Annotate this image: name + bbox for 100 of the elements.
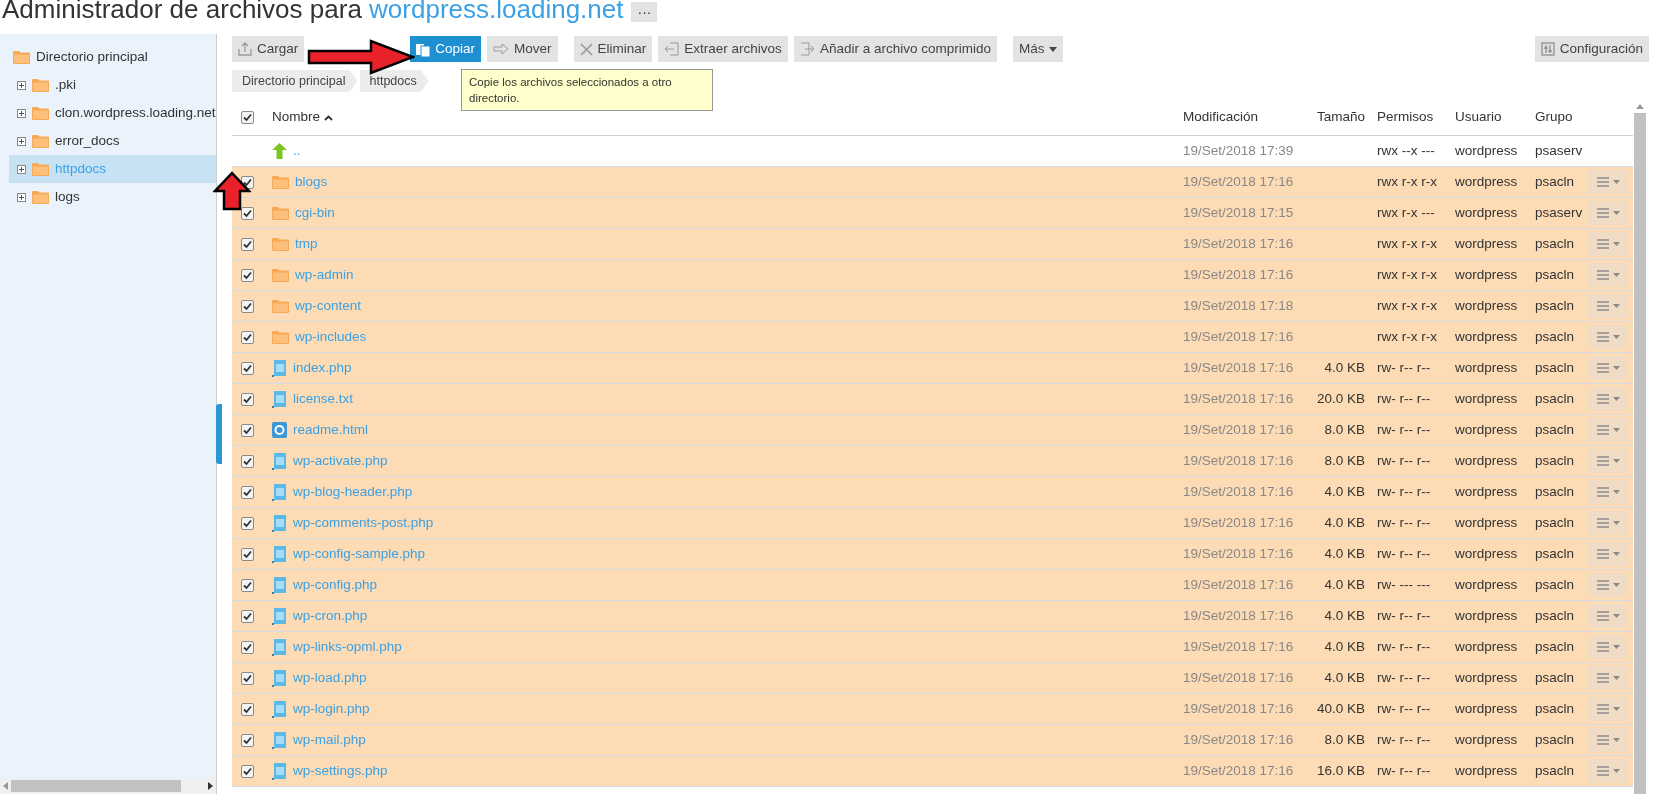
toolbar-button[interactable]: Añadir a archivo comprimido xyxy=(793,36,997,62)
file-row[interactable]: wp-cron.php 19/Set/2018 17:16 4.0 KB rw- r-- r-- wordpress psacln xyxy=(232,601,1633,632)
tree-item[interactable]: Directorio principal xyxy=(9,43,216,71)
file-row[interactable]: wp-login.php 19/Set/2018 17:16 40.0 KB rw- r-- r-- wordpress psacln xyxy=(232,694,1633,725)
checkbox[interactable] xyxy=(241,206,254,220)
checkbox[interactable] xyxy=(241,299,254,313)
checkbox[interactable] xyxy=(241,423,254,437)
checkbox[interactable] xyxy=(241,361,254,375)
column-header[interactable]: Modificación xyxy=(1183,107,1308,128)
file-row[interactable]: wp-blog-header.php 19/Set/2018 17:16 4.0 KB rw- r-- r-- wordpress psacln xyxy=(232,477,1633,508)
table-cell-text: wordpress xyxy=(1454,141,1519,160)
file-row[interactable]: wp-comments-post.php 19/Set/2018 17:16 4.0 KB rw- r-- r-- wordpress psacln xyxy=(232,508,1633,539)
table-cell-text: wordpress xyxy=(1454,699,1519,718)
checkbox[interactable] xyxy=(241,733,254,747)
table-cell-text: psacln xyxy=(1534,451,1576,470)
folder-icon xyxy=(272,268,289,282)
file-row[interactable]: wp-config-sample.php 19/Set/2018 17:16 4.0 KB rw- r-- r-- wordpress psacln xyxy=(232,539,1633,570)
toolbar-button[interactable]: Extraer archivos xyxy=(658,36,788,62)
tree-item[interactable]: .pki xyxy=(9,71,216,99)
checkbox[interactable] xyxy=(241,764,254,778)
more-menu-button[interactable]: Más xyxy=(1012,36,1064,62)
table-cell-text: psacln xyxy=(1534,172,1576,191)
checkbox[interactable] xyxy=(241,578,254,592)
tree-item[interactable]: clon.wordpress.loading.net xyxy=(9,99,216,127)
file-row[interactable]: wp-includes 19/Set/2018 17:16 rwx r-x r-x wordpress psacln xyxy=(232,322,1633,353)
column-header[interactable]: Usuario xyxy=(1443,107,1523,128)
file-row[interactable]: wp-content 19/Set/2018 17:18 rwx r-x r-x wordpress psacln xyxy=(232,291,1633,322)
up-arrow-icon xyxy=(272,143,287,159)
file-row[interactable]: license.txt 19/Set/2018 17:16 20.0 KB rw- r-- r-- wordpress psacln xyxy=(232,384,1633,415)
toolbar-button[interactable]: Cargar xyxy=(232,36,305,62)
menu-icon xyxy=(1596,177,1609,187)
table-cell-text: psacln xyxy=(1534,482,1576,501)
extract-icon xyxy=(664,42,680,56)
caret-icon xyxy=(1612,738,1620,742)
toolbar-button[interactable]: Copiar xyxy=(410,36,482,62)
table-cell-text: rw- r-- r-- xyxy=(1376,544,1432,563)
folder-icon xyxy=(272,206,289,220)
menu-icon xyxy=(1596,487,1609,497)
table-cell-text: 4.0 KB xyxy=(1323,358,1365,377)
checkbox[interactable] xyxy=(241,454,254,468)
file-row[interactable]: wp-settings.php 19/Set/2018 17:16 16.0 KB rw- r-- r-- wordpress psacln xyxy=(232,756,1633,787)
close-icon xyxy=(579,42,593,56)
tree-item[interactable]: logs xyxy=(9,183,216,211)
more-button[interactable]: ··· xyxy=(631,2,658,22)
checkbox[interactable] xyxy=(241,392,254,406)
folder-icon xyxy=(32,162,49,176)
expand-icon[interactable] xyxy=(17,164,26,174)
table-cell-text: psacln xyxy=(1534,265,1576,284)
horizontal-scrollbar[interactable] xyxy=(0,778,216,794)
settings-button[interactable]: Configuración xyxy=(1534,36,1649,62)
file-row[interactable]: wp-config.php 19/Set/2018 17:16 4.0 KB rw- --- --- wordpress psacln xyxy=(232,570,1633,601)
caret-icon xyxy=(1612,707,1620,711)
column-header[interactable]: Grupo xyxy=(1523,107,1588,128)
file-row[interactable]: wp-links-opml.php 19/Set/2018 17:16 4.0 KB rw- r-- r-- wordpress psacln xyxy=(232,632,1633,663)
checkbox[interactable] xyxy=(241,516,254,530)
table-cell-text: 19/Set/2018 17:16 xyxy=(1183,668,1295,687)
caret-icon xyxy=(1612,459,1620,463)
collapse-handle[interactable] xyxy=(216,404,222,464)
column-header[interactable]: Permisos xyxy=(1365,107,1443,128)
file-row[interactable]: wp-activate.php 19/Set/2018 17:16 8.0 KB rw- r-- r-- wordpress psacln xyxy=(232,446,1633,477)
table-cell-text: wordpress xyxy=(1454,451,1519,470)
file-row[interactable]: blogs 19/Set/2018 17:16 rwx r-x r-x wordpress psacln xyxy=(232,167,1633,198)
toolbar-button[interactable]: Mover xyxy=(487,36,558,62)
checkbox[interactable] xyxy=(241,330,254,344)
table-cell-text: wordpress xyxy=(1454,637,1519,656)
folder-icon xyxy=(32,190,49,204)
file-row[interactable]: wp-admin 19/Set/2018 17:16 rwx r-x r-x wordpress psacln xyxy=(232,260,1633,291)
expand-icon[interactable] xyxy=(17,192,26,202)
checkbox[interactable] xyxy=(241,671,254,685)
file-row[interactable]: index.php 19/Set/2018 17:16 4.0 KB rw- r-- r-- wordpress psacln xyxy=(232,353,1633,384)
breadcrumb-link[interactable]: Directorio principal xyxy=(232,70,358,92)
table-cell-text: 19/Set/2018 17:16 xyxy=(1183,575,1295,594)
file-row[interactable]: wp-mail.php 19/Set/2018 17:16 8.0 KB rw- r-- r-- wordpress psacln xyxy=(232,725,1633,756)
tree-item[interactable]: error_docs xyxy=(9,127,216,155)
checkbox[interactable] xyxy=(241,702,254,716)
breadcrumb-link[interactable]: httpdocs xyxy=(359,70,429,92)
file-row[interactable]: wp-load.php 19/Set/2018 17:16 4.0 KB rw- r-- r-- wordpress psacln xyxy=(232,663,1633,694)
table-cell-text: psacln xyxy=(1534,389,1576,408)
file-row[interactable]: tmp 19/Set/2018 17:16 rwx r-x r-x wordpress psacln xyxy=(232,229,1633,260)
annotation-arrow-icon xyxy=(213,171,251,211)
checkbox[interactable] xyxy=(241,485,254,499)
table-cell-text: rwx r-x --- xyxy=(1376,203,1436,222)
checkbox[interactable] xyxy=(241,547,254,561)
checkbox[interactable] xyxy=(241,609,254,623)
expand-icon[interactable] xyxy=(17,108,26,118)
expand-icon[interactable] xyxy=(17,136,26,146)
scroll-right-icon[interactable] xyxy=(208,782,213,790)
file-row[interactable]: readme.html 19/Set/2018 17:16 8.0 KB rw- r-- r-- wordpress psacln xyxy=(232,415,1633,446)
menu-icon xyxy=(1596,394,1609,404)
file-row[interactable]: cgi-bin 19/Set/2018 17:15 rwx r-x --- wordpress psaserv xyxy=(232,198,1633,229)
checkbox[interactable] xyxy=(241,237,254,251)
column-header[interactable]: Tamaño xyxy=(1308,107,1365,128)
menu-icon xyxy=(1596,611,1609,621)
expand-icon[interactable] xyxy=(17,80,26,90)
toolbar-button[interactable]: Eliminar xyxy=(573,36,653,62)
checkbox[interactable] xyxy=(241,111,254,124)
checkbox[interactable] xyxy=(241,268,254,282)
checkbox[interactable] xyxy=(241,640,254,654)
scroll-up-icon[interactable] xyxy=(1636,104,1644,109)
table-cell-text: 19/Set/2018 17:16 xyxy=(1183,420,1295,439)
